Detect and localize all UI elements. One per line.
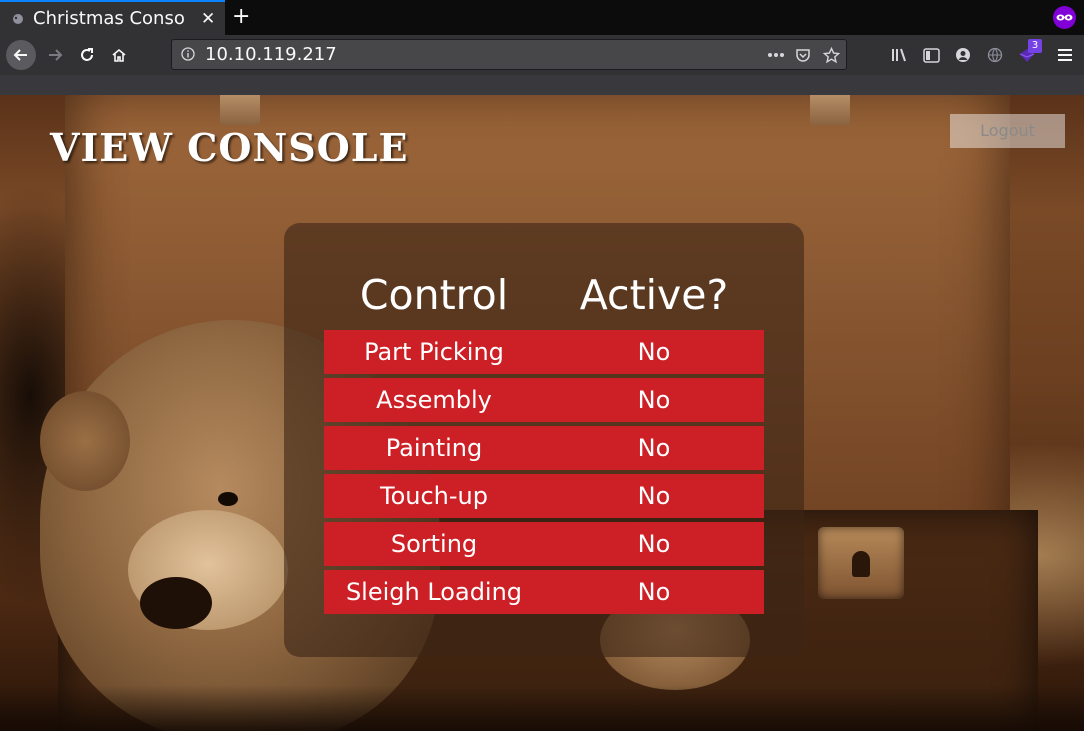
- library-icon[interactable]: [889, 44, 911, 66]
- favicon-icon: [13, 14, 23, 24]
- control-panel: Control Active? Part Picking No Assembly…: [284, 223, 804, 657]
- new-tab-icon[interactable]: +: [232, 4, 250, 30]
- pocket-icon[interactable]: [793, 45, 813, 65]
- account-icon[interactable]: [952, 44, 974, 66]
- trunk-hinge: [810, 95, 850, 125]
- info-icon[interactable]: [181, 47, 195, 61]
- tab-strip: Christmas Conso ✕ +: [0, 0, 1084, 35]
- control-name: Painting: [385, 434, 483, 462]
- extension-globe-icon[interactable]: [984, 44, 1006, 66]
- table-row: Assembly No: [324, 378, 764, 422]
- forward-button[interactable]: [40, 40, 70, 70]
- back-button[interactable]: [6, 40, 36, 70]
- table-row: Part Picking No: [324, 330, 764, 374]
- private-browsing-icon: [1053, 6, 1076, 29]
- table-row: Sorting No: [324, 522, 764, 566]
- control-name: Sorting: [390, 530, 478, 558]
- logout-button[interactable]: Logout: [950, 114, 1065, 148]
- teddy-bear-eye: [218, 492, 238, 506]
- address-bar[interactable]: 10.10.119.217: [171, 39, 847, 70]
- active-status: No: [637, 434, 671, 462]
- grass-foreground: [0, 685, 1084, 731]
- teddy-bear-nose: [140, 577, 212, 629]
- table-row: Painting No: [324, 426, 764, 470]
- control-name: Touch-up: [380, 482, 488, 510]
- table-row: Sleigh Loading No: [324, 570, 764, 614]
- tab-title: Christmas Conso: [33, 8, 185, 29]
- url-text[interactable]: 10.10.119.217: [205, 43, 337, 66]
- keyhole: [852, 551, 870, 577]
- browser-tab[interactable]: Christmas Conso ✕: [0, 0, 225, 35]
- sidebar-icon[interactable]: [920, 44, 942, 66]
- active-status: No: [637, 386, 671, 414]
- control-name: Assembly: [376, 386, 492, 414]
- back-arrow-icon: [13, 49, 27, 61]
- page-actions-icon[interactable]: [766, 45, 786, 65]
- forward-arrow-icon: [49, 49, 63, 61]
- active-status: No: [637, 338, 671, 366]
- bookmark-star-icon[interactable]: [821, 45, 841, 65]
- page-title: VIEW CONSOLE: [50, 125, 409, 170]
- close-tab-icon[interactable]: ✕: [201, 8, 215, 30]
- home-icon: [112, 48, 126, 62]
- toolbar-bottom-strip: [0, 75, 1084, 95]
- reload-button[interactable]: [72, 40, 102, 70]
- column-header-active: Active?: [579, 271, 729, 319]
- reload-icon: [81, 48, 93, 61]
- control-name: Part Picking: [364, 338, 504, 366]
- control-name: Sleigh Loading: [345, 578, 523, 606]
- teddy-bear-ear: [40, 391, 130, 491]
- extension-badge: 3: [1028, 39, 1042, 53]
- column-header-control: Control: [359, 271, 509, 319]
- active-status: No: [637, 530, 671, 558]
- active-status: No: [637, 482, 671, 510]
- trunk-hinge: [220, 95, 260, 125]
- navigation-toolbar: 10.10.119.217: [0, 35, 1084, 75]
- menu-icon[interactable]: [1054, 44, 1076, 66]
- home-button[interactable]: [104, 40, 134, 70]
- page-viewport: VIEW CONSOLE Logout Control Active? Part…: [0, 95, 1084, 731]
- trunk-lock: [818, 527, 904, 599]
- table-row: Touch-up No: [324, 474, 764, 518]
- active-status: No: [637, 578, 671, 606]
